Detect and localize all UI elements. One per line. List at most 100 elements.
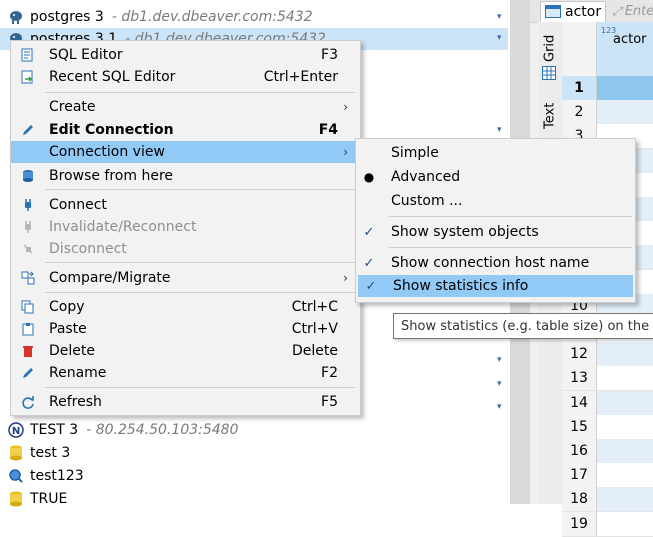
- filter-input[interactable]: ⤢ Enter: [612, 4, 653, 19]
- row-number[interactable]: 19: [562, 511, 597, 536]
- tab-text[interactable]: Text: [538, 96, 562, 136]
- unplug-icon: [19, 240, 37, 258]
- column-header-label: actor: [613, 32, 647, 47]
- submenu-item-show-statistics-info[interactable]: ✓ Show statistics info: [358, 275, 633, 297]
- submenu-arrow-icon: ›: [343, 100, 348, 114]
- tree-item-test123[interactable]: test123: [0, 465, 84, 487]
- row-number[interactable]: 17: [562, 463, 597, 488]
- grid-row[interactable]: 1: [562, 76, 653, 101]
- menu-item-browse-from-here[interactable]: Browse from here: [11, 165, 360, 187]
- row-number[interactable]: 15: [562, 414, 597, 439]
- menu-item-recent-sql-editor[interactable]: Recent SQL Editor Ctrl+Enter: [11, 66, 360, 88]
- expand-arrow-icon[interactable]: ▾: [497, 33, 502, 43]
- expand-arrow-icon[interactable]: ▾: [497, 125, 502, 135]
- tree-item-label: postgres 3: [30, 9, 104, 25]
- copy-icon: [19, 298, 37, 316]
- menu-item-refresh[interactable]: Refresh F5: [11, 391, 360, 413]
- refresh-icon: [19, 393, 37, 411]
- tree-item-label: TRUE: [30, 491, 68, 507]
- grid-cell[interactable]: [597, 390, 653, 415]
- grid-row[interactable]: 15: [562, 414, 653, 440]
- check-icon: ✓: [363, 224, 375, 240]
- menu-item-connect[interactable]: Connect: [11, 194, 360, 216]
- expand-arrow-icon[interactable]: ▾: [497, 12, 502, 22]
- row-number[interactable]: 1: [562, 76, 597, 100]
- menu-item-invalidate-reconnect[interactable]: Invalidate/Reconnect: [11, 216, 360, 238]
- menu-item-disconnect[interactable]: Disconnect: [11, 238, 360, 260]
- grid-row[interactable]: 13: [562, 366, 653, 392]
- submenu-item-simple[interactable]: Simple: [356, 142, 635, 164]
- yellow-database-icon: [8, 445, 24, 461]
- svg-text:N: N: [12, 426, 20, 437]
- submenu-item-custom[interactable]: Custom ...: [356, 190, 635, 212]
- delete-icon: [19, 342, 37, 360]
- row-number[interactable]: 14: [562, 390, 597, 415]
- row-number[interactable]: 16: [562, 439, 597, 463]
- menu-separator: [45, 292, 355, 293]
- netezza-n-icon: N: [8, 422, 24, 438]
- grid-cell[interactable]: [597, 439, 653, 463]
- row-number[interactable]: 2: [562, 100, 597, 125]
- submenu-item-show-system-objects[interactable]: ✓ Show system objects: [356, 221, 635, 243]
- grid-icon[interactable]: [542, 66, 556, 80]
- tab-grid[interactable]: Grid: [538, 26, 562, 70]
- grid-cell[interactable]: [597, 463, 653, 488]
- menu-item-delete[interactable]: Delete Delete: [11, 340, 360, 362]
- tooltip: Show statistics (e.g. table size) on the…: [393, 313, 653, 339]
- tree-item-host: - 80.254.50.103:5480: [86, 422, 239, 438]
- menu-item-copy[interactable]: Copy Ctrl+C: [11, 296, 360, 318]
- tree-item-test-3[interactable]: test 3: [0, 442, 70, 464]
- row-number[interactable]: 13: [562, 366, 597, 391]
- menu-separator: [45, 189, 355, 190]
- submenu-item-show-connection-host-name[interactable]: ✓ Show connection host name: [356, 252, 635, 274]
- grid-row[interactable]: 12: [562, 342, 653, 368]
- tree-item-test-3-netezza[interactable]: N TEST 3 - 80.254.50.103:5480: [0, 419, 238, 441]
- grid-cell[interactable]: [597, 511, 653, 536]
- tree-item-label: test 3: [30, 445, 71, 461]
- reconnect-icon: [19, 218, 37, 236]
- menu-separator: [45, 262, 355, 263]
- table-icon: [545, 5, 561, 18]
- tab-actor[interactable]: actor: [540, 0, 607, 22]
- column-header-actor[interactable]: 123 actor: [596, 22, 653, 76]
- menu-item-connection-view[interactable]: Connection view ›: [11, 141, 360, 163]
- plug-icon: [19, 196, 37, 214]
- row-number[interactable]: 18: [562, 487, 597, 512]
- grid-cell[interactable]: [597, 342, 653, 367]
- grid-row[interactable]: 2: [562, 100, 653, 126]
- grid-cell[interactable]: [597, 366, 653, 391]
- tree-item-host: - db1.dev.dbeaver.com:5432: [111, 9, 313, 25]
- grid-cell[interactable]: [597, 414, 653, 439]
- expand-arrow-icon[interactable]: ▾: [497, 379, 502, 389]
- paste-icon: [19, 320, 37, 338]
- expand-arrow-icon[interactable]: ▾: [497, 402, 502, 412]
- recent-sql-editor-icon: [19, 68, 37, 86]
- menu-item-compare-migrate[interactable]: Compare/Migrate ›: [11, 267, 360, 289]
- database-stack-icon: [19, 167, 37, 185]
- submenu-item-advanced[interactable]: ● Advanced: [356, 166, 635, 188]
- menu-item-paste[interactable]: Paste Ctrl+V: [11, 318, 360, 340]
- menu-item-rename[interactable]: Rename F2: [11, 362, 360, 384]
- grid-cell[interactable]: [597, 487, 653, 512]
- editor-tab-bar: actor ⤢ Enter: [530, 0, 653, 23]
- grid-row[interactable]: 14: [562, 390, 653, 416]
- grid-row[interactable]: 17: [562, 463, 653, 489]
- grid-row[interactable]: 16: [562, 439, 653, 464]
- yellow-database-icon: [8, 491, 24, 507]
- tree-item-label: test123: [30, 468, 84, 484]
- rename-icon: [19, 364, 37, 382]
- row-number[interactable]: 12: [562, 342, 597, 367]
- tree-item-true[interactable]: TRUE: [0, 488, 67, 510]
- menu-item-sql-editor[interactable]: SQL Editor F3: [11, 44, 360, 66]
- grid-cell[interactable]: [597, 76, 653, 100]
- menu-item-edit-connection[interactable]: Edit Connection F4: [11, 119, 360, 141]
- tree-item-postgres-3[interactable]: postgres 3 - db1.dev.dbeaver.com:5432 ▾: [0, 6, 502, 28]
- pencil-icon: [19, 121, 37, 139]
- grid-row[interactable]: 18: [562, 487, 653, 513]
- grid-row[interactable]: 19: [562, 511, 653, 537]
- grid-cell[interactable]: [597, 100, 653, 125]
- radio-mark: [360, 144, 378, 162]
- expand-arrow-icon[interactable]: ▾: [497, 355, 502, 365]
- menu-item-create[interactable]: Create ›: [11, 96, 360, 118]
- tab-actor-label: actor: [565, 3, 602, 20]
